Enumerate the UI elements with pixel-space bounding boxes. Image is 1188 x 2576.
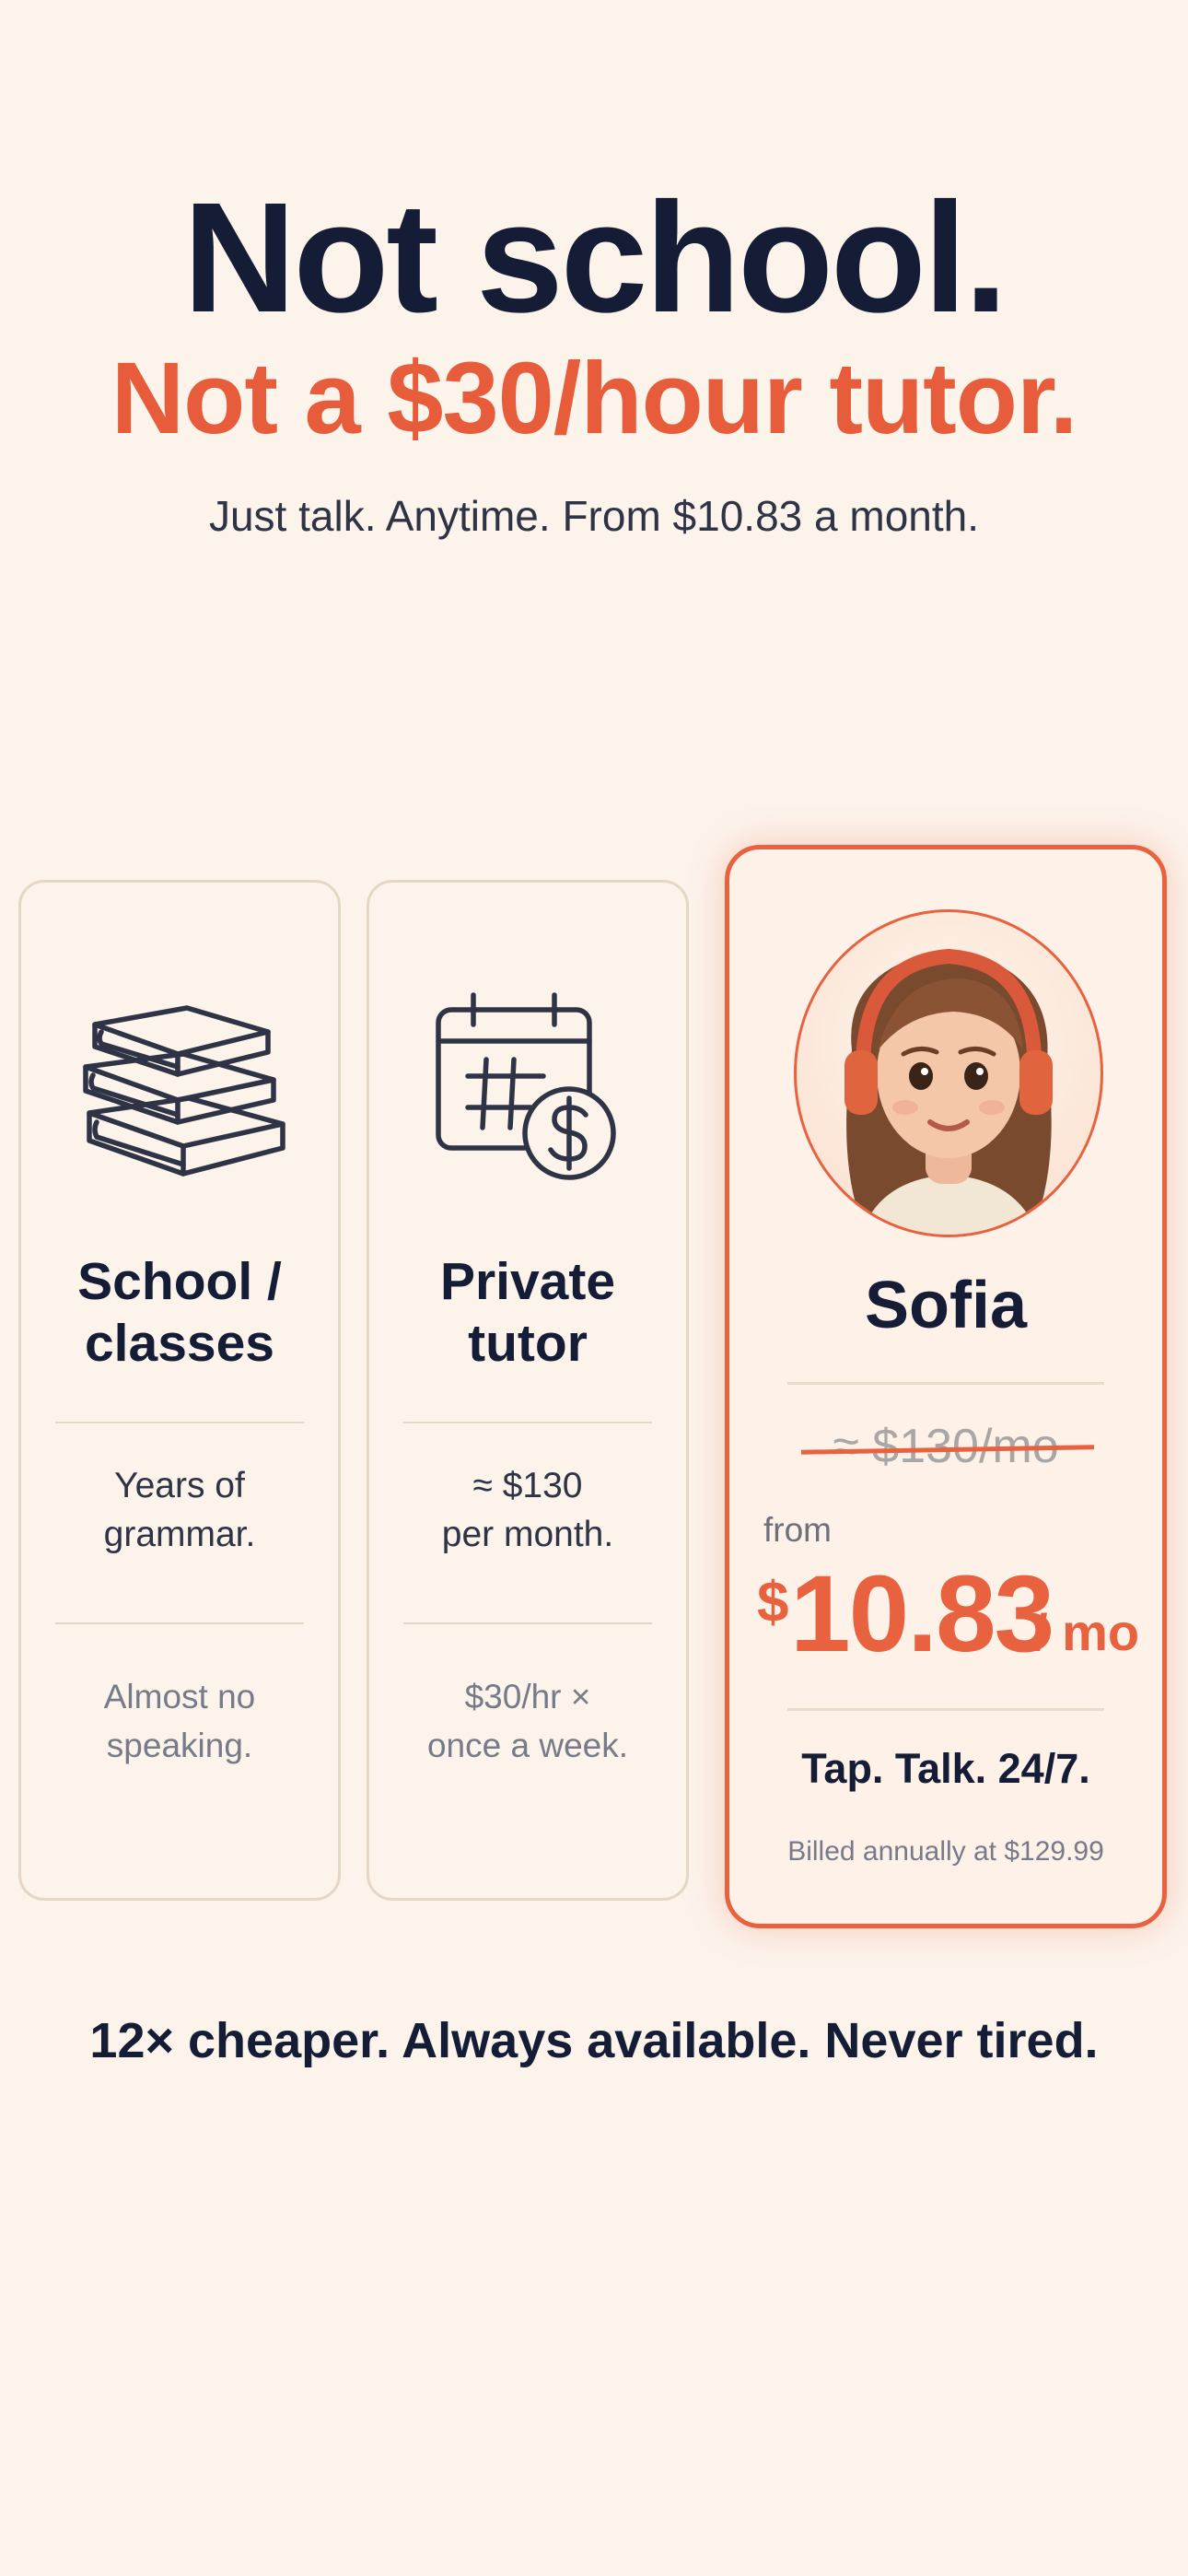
card-title-line: Private: [439, 1252, 616, 1311]
divider: [787, 1708, 1104, 1711]
card-point-secondary: Almost no speaking.: [21, 1672, 338, 1770]
plan-tagline: Tap. Talk. 24/7.: [801, 1745, 1090, 1792]
comparison-card-tutor: Private tutor ≈ $130 per month. $30/hr ×…: [367, 880, 689, 1901]
divider: [55, 1622, 304, 1624]
card-point-line: $30/hr ×: [464, 1678, 591, 1715]
card-point-primary: ≈ $130 per month.: [369, 1461, 686, 1559]
price-currency: $: [757, 1571, 789, 1634]
card-title-line: classes: [84, 1314, 275, 1373]
hero-title: Not school.: [182, 170, 1008, 345]
billing-note: Billed annually at $129.99: [787, 1836, 1104, 1867]
sofia-avatar: [794, 909, 1103, 1237]
card-point-secondary: $30/hr × once a week.: [369, 1672, 686, 1770]
divider: [403, 1422, 652, 1423]
card-title-line: School /: [77, 1252, 282, 1311]
plan-card-sofia[interactable]: Sofia ≈ $130/mo from $ 10.83 / mo Tap. T…: [725, 845, 1167, 1928]
hero-title-accent: Not a $30/hour tutor.: [111, 342, 1078, 455]
calendar-dollar-icon: [422, 984, 634, 1191]
divider: [55, 1422, 304, 1423]
divider: [787, 1382, 1104, 1385]
card-title-line: tutor: [468, 1314, 588, 1373]
card-point-line: Almost no: [103, 1678, 256, 1715]
plan-name: Sofia: [864, 1269, 1028, 1342]
card-point-line: speaking.: [106, 1727, 253, 1764]
card-point-line: Years of: [114, 1466, 245, 1505]
price-value: 10.83: [790, 1553, 1054, 1675]
divider: [403, 1622, 652, 1624]
card-point-primary: Years of grammar.: [21, 1461, 338, 1559]
books-icon: [69, 984, 290, 1191]
card-point-line: once a week.: [426, 1727, 629, 1764]
comparison-card-school: School / classes Years of grammar. Almos…: [18, 880, 341, 1901]
card-point-line: grammar.: [103, 1515, 256, 1554]
from-label: from: [763, 1511, 832, 1549]
old-price: ≈ $130/mo: [833, 1420, 1059, 1473]
price-unit: / mo: [1033, 1603, 1140, 1661]
footer-claim: 12× cheaper. Always available. Never tir…: [89, 2013, 1099, 2068]
hero-subtitle: Just talk. Anytime. From $10.83 a month.: [208, 492, 980, 540]
card-point-line: ≈ $130: [472, 1466, 583, 1505]
card-point-line: per month.: [441, 1515, 614, 1554]
